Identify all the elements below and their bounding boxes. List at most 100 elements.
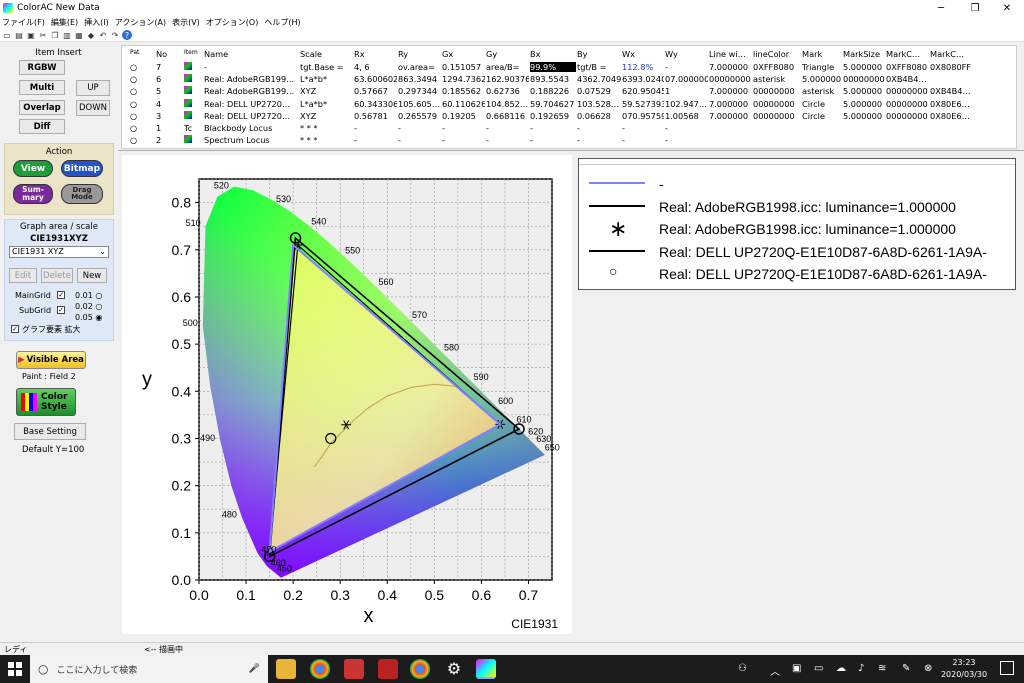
table-cell: 7.000000: [709, 86, 749, 97]
minimize-button[interactable]: ─: [924, 0, 958, 16]
close-button[interactable]: ✕: [990, 0, 1024, 16]
view-button[interactable]: View: [13, 160, 53, 177]
table-cell: Real: DELL UP2720…: [204, 98, 291, 109]
wifi-icon[interactable]: ≋: [878, 663, 886, 674]
default-y-label: Default Y=100: [22, 445, 85, 455]
new-icon[interactable]: ▭: [2, 30, 12, 40]
menu-item-1[interactable]: 編集(E): [51, 17, 78, 28]
table-row[interactable]: ○ 6 Real: AdobeRGB199… L*a*b* 63.60060295.39…: [122, 74, 1016, 86]
delete-button[interactable]: Delete: [41, 268, 73, 283]
undo-icon[interactable]: ↶: [98, 30, 108, 40]
up-button[interactable]: UP: [76, 80, 110, 96]
menu-bar: ファイル(F) 編集(E) 挿入(I) アクション(A) 表示(V) オプション(O) ヘル…: [0, 16, 1024, 29]
notification-off-icon[interactable]: ⊗: [924, 663, 932, 674]
settings-gear-icon[interactable]: ⚙: [444, 659, 464, 679]
drag-mode-button[interactable]: Drag Mode: [61, 184, 103, 204]
color-icon[interactable]: ◆: [86, 30, 96, 40]
multi-button[interactable]: Multi: [19, 80, 65, 95]
menu-item-4[interactable]: 表示(V): [172, 17, 200, 28]
new-button[interactable]: New: [77, 268, 107, 283]
table-cell: 99.9%: [530, 62, 576, 72]
column-header: Scale: [300, 49, 323, 59]
chevron-up-icon[interactable]: ︿: [770, 663, 780, 678]
menu-item-2[interactable]: 挿入(I): [84, 17, 109, 28]
table-cell: -: [398, 123, 401, 133]
table-cell: 00000000: [753, 110, 795, 121]
table-row[interactable]: ○ 7 - tgt.Base = 4, 6 ov.area= 0.151057 area/B=…: [122, 62, 1016, 74]
table-row[interactable]: ○ 1 Tc Blackbody Locus * * * - - - - - - - -: [122, 123, 1016, 135]
network-icon[interactable]: ▣: [792, 663, 801, 674]
grid-option-2[interactable]: 0.02 ○: [75, 302, 102, 311]
table-row[interactable]: ○ 2 Spectrum Locus * * * - - - - - - - -: [122, 135, 1016, 147]
legend-item[interactable]: ∗ Real: AdobeRGB1998.icc: luminance=1.000…: [579, 216, 1015, 241]
rgbw-button[interactable]: RGBW: [19, 60, 65, 75]
legend-item[interactable]: ○ Real: DELL UP2720Q-E1E10D87-6A8D-6261-1…: [579, 263, 1015, 285]
menu-item-6[interactable]: ヘルプ(H): [264, 17, 300, 28]
pen-icon[interactable]: ✎: [902, 663, 910, 674]
pdf-icon-2[interactable]: [378, 659, 398, 679]
pdf-icon[interactable]: [344, 659, 364, 679]
overlap-button[interactable]: Overlap: [19, 100, 65, 115]
people-icon[interactable]: ⚇: [738, 663, 747, 674]
cie-chart[interactable]: 0.0 0.1 0.2 0.3 0.4 0.5 0.6 0.7 0.0 0.1 0.2 0.3 0.4 0…: [122, 155, 572, 634]
paste-icon[interactable]: ▥: [62, 30, 72, 40]
table-cell: -: [204, 62, 207, 72]
clock-time[interactable]: 23:23: [942, 658, 986, 667]
legend-item[interactable]: -: [579, 173, 1015, 195]
menu-item-0[interactable]: ファイル(F): [2, 17, 45, 28]
file-explorer-icon[interactable]: [276, 659, 296, 679]
legend-scrollbar[interactable]: [579, 159, 1015, 165]
base-setting-button[interactable]: Base Setting: [14, 423, 86, 440]
redo-icon[interactable]: ↷: [110, 30, 120, 40]
battery-icon[interactable]: ▭: [814, 663, 823, 674]
maximize-button[interactable]: ❐: [958, 0, 992, 16]
table-cell: 0.62736: [486, 86, 520, 97]
table-row[interactable]: ○ 5 Real: AdobeRGB199… XYZ 0.57667 0.297344 0.…: [122, 86, 1016, 98]
summary-button[interactable]: Sum- mary: [13, 184, 53, 204]
microphone-icon: 🎤: [248, 664, 260, 674]
cut-icon[interactable]: ✂: [38, 30, 48, 40]
table-row[interactable]: ○ 3 Real: DELL UP2720… XYZ 0.56781 0.265579 0.…: [122, 110, 1016, 123]
bitmap-button[interactable]: Bitmap: [61, 160, 103, 177]
chrome-icon-2[interactable]: [410, 659, 430, 679]
down-button[interactable]: DOWN: [76, 100, 110, 116]
taskbar-search[interactable]: ○ ここに入力して検索 🎤: [30, 655, 268, 683]
subgrid-checkbox[interactable]: ✓: [57, 306, 65, 314]
save-icon[interactable]: ▣: [26, 30, 36, 40]
color-style-button[interactable]: Color Style: [16, 388, 76, 416]
diff-button[interactable]: Diff: [19, 119, 65, 134]
edit-button[interactable]: Edit: [9, 268, 37, 283]
wavelength-label: 650: [545, 443, 560, 453]
volume-icon[interactable]: ♪: [858, 663, 864, 674]
clock-date[interactable]: 2020/03/30: [936, 670, 992, 679]
windows-start-icon[interactable]: [8, 662, 22, 676]
table-cell: ○: [130, 74, 138, 85]
graph-select[interactable]: CIE1931 XYZ ⌄: [9, 246, 109, 258]
visible-area-button[interactable]: ▶ Visible Area: [16, 351, 86, 369]
column-header: Rx: [354, 49, 365, 59]
grid-option-3[interactable]: 0.05 ◉: [75, 313, 102, 322]
x-tick-label: 0.3: [330, 587, 350, 603]
menu-item-5[interactable]: オプション(O): [206, 17, 259, 28]
menu-item-3[interactable]: アクション(A): [115, 17, 166, 28]
table-cell: 0XFF8080: [753, 62, 795, 72]
print-icon[interactable]: ▦: [74, 30, 84, 40]
column-header: Name: [204, 49, 229, 59]
open-icon[interactable]: ▤: [14, 30, 24, 40]
legend-item[interactable]: Real: AdobeRGB1998.icc: luminance=1.0000…: [579, 196, 1015, 218]
maingrid-checkbox[interactable]: ✓: [57, 291, 65, 299]
copy-icon[interactable]: ❐: [50, 30, 60, 40]
action-center-icon[interactable]: [1000, 661, 1014, 675]
cloud-icon[interactable]: ☁: [836, 663, 846, 674]
legend-item[interactable]: Real: DELL UP2720Q-E1E10D87-6A8D-6261-1A…: [579, 241, 1015, 263]
x-axis-label: x: [364, 605, 374, 627]
table-row[interactable]: ○ 4 Real: DELL UP2720… L*a*b* 60.343306 105.6…: [122, 98, 1016, 111]
table-cell: 620.950455: [622, 86, 664, 97]
help-icon[interactable]: ?: [122, 30, 132, 40]
grid-option-1[interactable]: 0.01 ○: [75, 291, 102, 300]
colorac-app-icon[interactable]: [476, 659, 496, 679]
chrome-icon[interactable]: [310, 659, 330, 679]
legend-label: Real: DELL UP2720Q-E1E10D87-6A8D-6261-1A…: [659, 243, 987, 260]
enlarge-checkbox[interactable]: ✓: [11, 325, 19, 333]
column-header: Wx: [622, 49, 635, 59]
